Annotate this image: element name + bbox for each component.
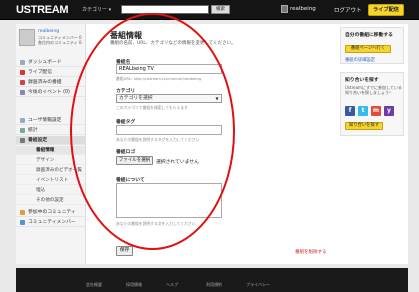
save-button[interactable]: 保存 [116, 246, 133, 256]
sidebar-item-label: ユーザ情報設定 [28, 118, 62, 123]
calendar-icon [20, 90, 25, 95]
facebook-icon[interactable]: f [345, 106, 355, 116]
find-friends-text: Ustreamにすでに参加している知り合いを探しましょう！ [345, 85, 402, 95]
live-broadcast-button[interactable]: ライブ配信 [368, 4, 404, 16]
channel-advanced-settings-link[interactable]: 番組の詳細設定 [345, 57, 375, 63]
sidebar-item-label: 番組設定 [28, 138, 48, 143]
sidebar-item-label: 録画済みの番組 [28, 80, 62, 85]
ustream-logo[interactable]: USTREAM [16, 4, 69, 16]
find-friends-button[interactable]: 知り合いを探す [345, 122, 383, 130]
gear-icon [20, 138, 25, 143]
community-count: 各位内のコミュニティ 0 [38, 40, 82, 45]
delete-channel-link[interactable]: 番組を削除する [295, 249, 327, 255]
footer-link[interactable]: 利用規約 [206, 282, 222, 288]
footer-link[interactable]: 会社概要 [86, 282, 102, 288]
profile-avatar[interactable] [19, 29, 35, 46]
profile-name[interactable]: realbeing [38, 29, 59, 34]
sidebar-item-recorded[interactable]: 録画済みの番組 [16, 78, 85, 87]
sidebar-item-label: ダッシュボード [28, 60, 62, 65]
footer-link[interactable]: 採用情報 [126, 282, 142, 288]
sidebar-subitem-embed[interactable]: 埋込 [16, 186, 85, 195]
recorded-icon [20, 80, 25, 85]
find-friends-box: 知り合いを探す Ustreamにすでに参加している知り合いを探しましょう！ f … [340, 72, 404, 136]
sidebar-item-dashboard[interactable]: ダッシュボード [16, 58, 85, 67]
top-bar: USTREAM カテゴリー ▾ 検索 realbeing ログアウト ライブ配信 [0, 0, 419, 20]
footer: 会社概要 採用情報 ヘルプ 利用規約 プライバシー [16, 268, 408, 292]
footer-link[interactable]: プライバシー [246, 282, 270, 288]
sidebar-item-label: コミュニティメンバー [28, 220, 76, 225]
footer-link[interactable]: ヘルプ [166, 282, 178, 288]
user-avatar[interactable] [281, 5, 288, 13]
community-icon [20, 210, 25, 215]
profile-block: realbeing コミュニティメンバー 0 各位内のコミュニティ 0 [19, 29, 83, 52]
go-to-channel-title: 自分の番組に移動する [345, 33, 393, 38]
sidebar-subitem-other-settings[interactable]: その他の設定 [16, 196, 85, 205]
live-icon [20, 70, 25, 75]
logout-link[interactable]: ログアウト [334, 6, 362, 14]
members-icon [20, 220, 25, 225]
sidebar-item-label: 統計 [28, 128, 38, 133]
sidebar-subitem-event-list[interactable]: イベントリスト [16, 176, 85, 185]
search-input[interactable] [121, 5, 209, 14]
go-to-channel-box: 自分の番組に移動する 番組ページへ行く 番組の詳細設定 [340, 27, 404, 64]
sidebar-item-joined-communities[interactable]: 参加中のコミュニティ [16, 208, 85, 217]
sidebar-item-community-members[interactable]: コミュニティメンバー [16, 218, 85, 227]
category-dropdown[interactable]: カテゴリー ▾ [82, 6, 111, 13]
search-button[interactable]: 検索 [211, 5, 230, 14]
annotation-circle [70, 13, 235, 250]
username-link[interactable]: realbeing [290, 6, 316, 12]
stats-icon [20, 128, 25, 133]
find-friends-title: 知り合いを探す [345, 78, 379, 83]
channel-page-button[interactable]: 番組ページへ行く [345, 45, 391, 53]
dashboard-icon [20, 60, 25, 65]
sidebar-item-live[interactable]: ライブ配信 [16, 68, 85, 77]
user-icon [20, 118, 25, 123]
sidebar-item-label: ライブ配信 [28, 70, 52, 75]
twitter-icon[interactable]: t [358, 106, 368, 116]
sidebar-item-label: 参加中のコミュニティ [28, 210, 76, 215]
sidebar-item-label: 今後のイベント (0) [28, 90, 70, 95]
yahoo-icon[interactable]: y [384, 106, 394, 116]
mail-icon[interactable]: m [371, 106, 381, 116]
